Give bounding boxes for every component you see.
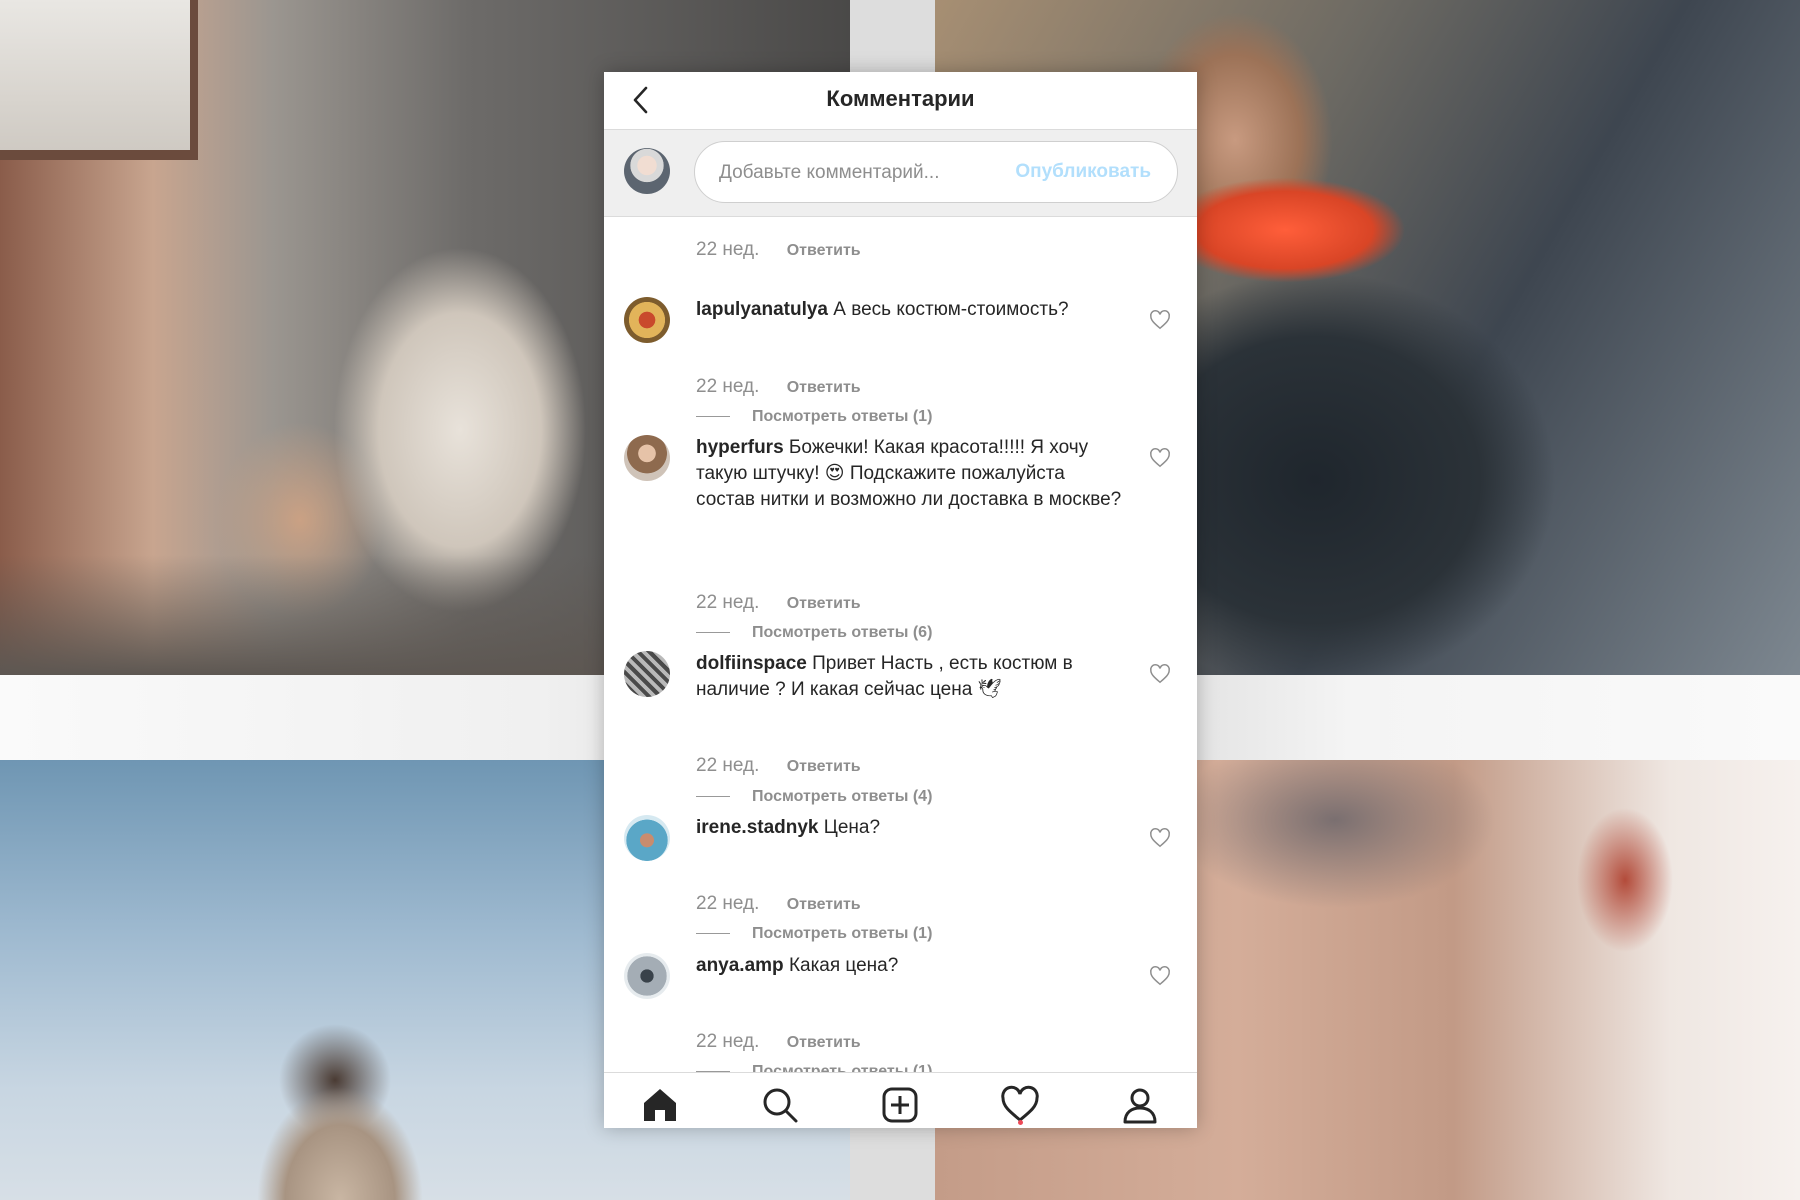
like-heart-icon[interactable] (1149, 663, 1171, 685)
comment-time: 22 нед. (696, 376, 760, 397)
reply-button[interactable]: Ответить (787, 758, 861, 776)
home-icon[interactable] (640, 1085, 680, 1125)
comment-time: 22 нед. (696, 755, 760, 776)
view-replies-link[interactable]: Посмотреть ответы (1) (696, 1063, 932, 1072)
avatar[interactable] (624, 953, 670, 999)
comment-username[interactable]: dolfiinspace (696, 653, 807, 674)
comment-meta: 22 нед. Ответить (696, 592, 861, 614)
reply-button[interactable]: Ответить (787, 595, 861, 613)
publish-button[interactable]: Опубликовать (1015, 161, 1151, 183)
comment-text: anya.amp Какая цена? (696, 953, 1126, 979)
view-replies-link[interactable]: Посмотреть ответы (1) (696, 408, 932, 426)
comment-box: Опубликовать (694, 141, 1178, 204)
avatar[interactable] (624, 435, 670, 481)
comments-list[interactable]: 22 нед. Ответить lapulyanatulya А весь к… (604, 217, 1197, 1072)
comment-body: Цена? (823, 817, 881, 838)
view-replies-link[interactable]: Посмотреть ответы (4) (696, 788, 932, 806)
comments-screen: Комментарии Опубликовать 22 нед. Ответит… (604, 72, 1197, 1128)
view-replies-link[interactable]: Посмотреть ответы (1) (696, 925, 932, 943)
add-post-icon[interactable] (880, 1085, 920, 1125)
comment-meta: 22 нед. Ответить (696, 376, 861, 398)
comment-text: hyperfurs Божечки! Какая красота!!!!! Я … (696, 435, 1126, 513)
comment-composer: Опубликовать (604, 130, 1197, 217)
bottom-tab-bar (604, 1072, 1197, 1128)
comment-username[interactable]: lapulyanatulya (696, 299, 828, 320)
search-icon[interactable] (760, 1085, 800, 1125)
header-bar: Комментарии (604, 72, 1197, 130)
like-heart-icon[interactable] (1149, 827, 1171, 849)
reply-button[interactable]: Ответить (787, 896, 861, 914)
avatar[interactable] (624, 297, 670, 343)
reply-button[interactable]: Ответить (787, 379, 861, 397)
activity-heart-icon[interactable] (1000, 1085, 1040, 1125)
avatar[interactable] (624, 815, 670, 861)
profile-icon[interactable] (1120, 1085, 1160, 1125)
like-heart-icon[interactable] (1149, 965, 1171, 987)
comment-username[interactable]: irene.stadnyk (696, 817, 819, 838)
comment-time: 22 нед. (696, 239, 760, 260)
view-replies-link[interactable]: Посмотреть ответы (6) (696, 624, 932, 642)
comment-time: 22 нед. (696, 592, 760, 613)
comment-username[interactable]: anya.amp (696, 955, 784, 976)
comment-text: irene.stadnyk Цена? (696, 815, 1126, 841)
comment-input[interactable] (717, 142, 1021, 204)
reply-button[interactable]: Ответить (787, 1034, 861, 1052)
comment-body: Какая цена? (788, 955, 899, 976)
like-heart-icon[interactable] (1149, 447, 1171, 469)
like-heart-icon[interactable] (1149, 309, 1171, 331)
reply-button[interactable]: Ответить (787, 242, 861, 260)
page-title: Комментарии (826, 86, 975, 111)
notification-dot (1018, 1120, 1023, 1125)
comment-text: dolfiinspace Привет Насть , есть костюм … (696, 651, 1126, 703)
comment-username[interactable]: hyperfurs (696, 437, 784, 458)
comment-meta: 22 нед. Ответить (696, 1031, 861, 1053)
comment-meta: 22 нед. Ответить (696, 755, 861, 777)
comment-text: lapulyanatulya А весь костюм-стоимость? (696, 297, 1126, 323)
comment-meta: 22 нед. Ответить (696, 239, 861, 261)
avatar[interactable] (624, 651, 670, 697)
comment-body: А весь костюм-стоимость? (833, 299, 1069, 320)
comment-time: 22 нед. (696, 893, 760, 914)
comment-meta: 22 нед. Ответить (696, 893, 861, 915)
background-window (0, 0, 198, 160)
current-user-avatar (624, 148, 670, 194)
comment-time: 22 нед. (696, 1031, 760, 1052)
